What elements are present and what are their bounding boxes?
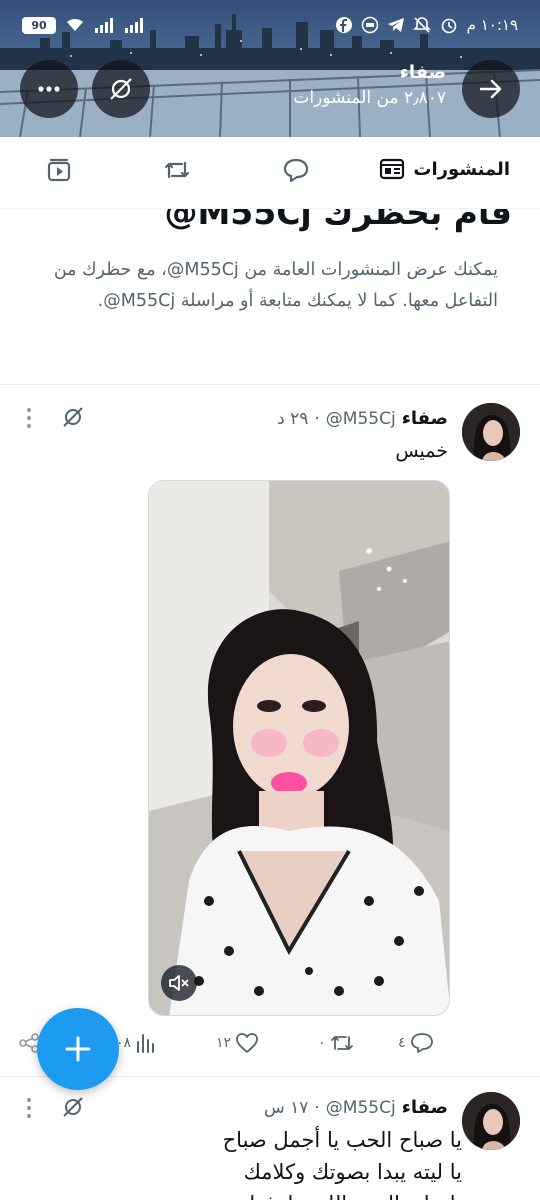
more-button[interactable]: [20, 60, 78, 118]
post-separator-dot: ·: [314, 1098, 320, 1118]
repost-icon: [164, 161, 190, 179]
post-timestamp[interactable]: ٢٩ د: [277, 409, 308, 429]
post-more-icon[interactable]: [24, 408, 34, 428]
video-icon: [47, 158, 71, 182]
tab-posts-label: المنشورات: [413, 158, 510, 180]
wifi-icon: [67, 18, 83, 31]
avatar[interactable]: [462, 1092, 520, 1150]
reply-icon: [410, 1033, 433, 1053]
post-text: يا صباح الحب يا أجمل صباح يا ليته يبدا ب…: [22, 1124, 462, 1200]
repost-action[interactable]: ٠: [318, 1032, 354, 1054]
alarm-icon: [441, 18, 456, 34]
mute-button[interactable]: [161, 965, 197, 1001]
status-bar: 90 ١٠:١٩ م: [0, 10, 540, 40]
post-header: صفاء M55Cj@ · ٢٩ د: [277, 408, 448, 429]
timeline-icon: [380, 158, 405, 180]
heart-icon: [236, 1033, 258, 1053]
header-profile-name: صفاء: [399, 62, 446, 83]
avatar-photo: [462, 403, 520, 461]
views-chart-icon: [137, 1034, 155, 1053]
like-action[interactable]: ١٢: [216, 1032, 259, 1054]
grok-button[interactable]: [92, 60, 150, 118]
post-author-handle[interactable]: M55Cj@: [326, 1098, 396, 1118]
post-more-icon[interactable]: [24, 1098, 34, 1118]
divider: [0, 384, 540, 385]
avatar-photo: [462, 1092, 520, 1150]
back-button[interactable]: [462, 60, 520, 118]
compose-button[interactable]: [37, 1008, 119, 1090]
post-text-line: يا جاية البدر ياللي طرفها: [22, 1188, 462, 1200]
repost-icon: [330, 1036, 353, 1050]
arrow-right-icon: [479, 79, 502, 99]
post-timestamp[interactable]: ١٧ س: [264, 1098, 308, 1118]
speech-bubble-icon: [283, 158, 309, 183]
profile-tabs: المنشورات: [0, 137, 540, 209]
app-notification-icon: [361, 16, 378, 34]
post-text-line: يا ليته يبدا بصوتك وكلامك: [243, 1160, 462, 1184]
views-action[interactable]: ٠٨: [116, 1032, 157, 1054]
blocked-notice-title: قام بحظرك M55Cj@: [164, 209, 512, 232]
post-video[interactable]: [148, 480, 450, 1016]
like-count: ١٢: [216, 1035, 232, 1051]
telegram-icon: [387, 18, 404, 32]
slashed-circle-icon[interactable]: [60, 404, 86, 430]
video-thumbnail: [149, 481, 449, 1015]
post-separator-dot: ·: [314, 409, 320, 429]
signal-icon-2: [125, 18, 143, 33]
avatar[interactable]: [462, 403, 520, 461]
post-author-handle[interactable]: M55Cj@: [326, 409, 396, 429]
post-author-name[interactable]: صفاء: [402, 1097, 448, 1118]
repost-count: ٠: [318, 1035, 326, 1051]
tab-replies[interactable]: [282, 157, 310, 183]
slashed-circle-icon[interactable]: [60, 1094, 86, 1120]
profile-banner: 90 ١٠:١٩ م صفاء ٢٫٨٠٧ من المنشورات: [0, 0, 540, 137]
tab-media[interactable]: [46, 157, 72, 183]
blocked-notice-body: يمكنك عرض المنشورات العامة من M55Cj@، مع…: [53, 260, 498, 311]
tab-reposts[interactable]: [162, 157, 192, 183]
reply-count: ٤: [398, 1035, 406, 1051]
reply-action[interactable]: ٤: [398, 1032, 434, 1054]
post-author-name[interactable]: صفاء: [402, 408, 448, 429]
post-header: صفاء M55Cj@ · ١٧ س: [264, 1097, 448, 1118]
tab-posts[interactable]: المنشورات: [379, 157, 510, 181]
post-text-line: يا صباح الحب يا أجمل صباح: [222, 1128, 462, 1152]
slashed-circle-icon: [110, 78, 132, 100]
status-time: ١٠:١٩ م: [466, 16, 518, 34]
battery-icon: 90: [22, 16, 56, 34]
header-posts-count: ٢٫٨٠٧ من المنشورات: [293, 88, 446, 108]
facebook-icon: [335, 17, 352, 33]
volume-mute-icon: [169, 975, 189, 991]
blocked-notice: قام بحظرك M55Cj@ يمكنك عرض المنشورات الع…: [0, 209, 540, 385]
signal-icon: [95, 18, 113, 33]
bell-off-icon: [412, 17, 431, 33]
plus-icon: [65, 1036, 91, 1062]
more-horizontal-icon: [38, 86, 60, 92]
post-text: خميس: [395, 440, 448, 462]
